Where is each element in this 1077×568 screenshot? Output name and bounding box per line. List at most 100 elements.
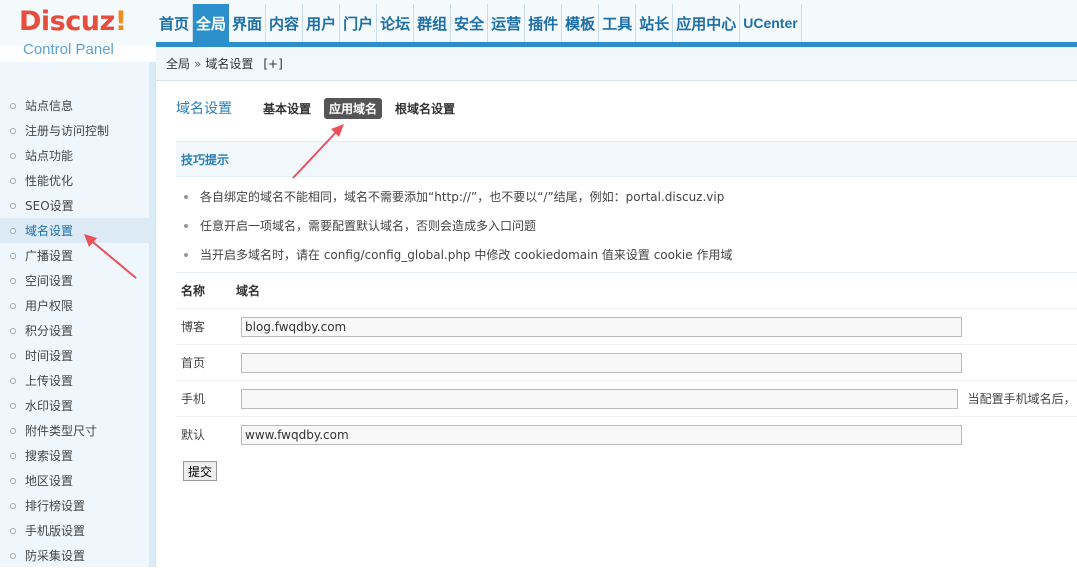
breadcrumb-root[interactable]: 全局 [166,55,190,72]
nav-item-14[interactable]: 应用中心 [673,4,741,42]
tip-text: 当开启多域名时，请在 config/config_global.php 中修改 … [200,248,733,262]
nav-item-4[interactable]: 用户 [303,4,341,42]
bullet-icon [10,152,16,159]
sidebar-item-2[interactable]: 站点功能 [0,143,150,168]
row-label: 手机 [181,392,206,406]
nav-item-9[interactable]: 运营 [488,4,526,42]
bullet-icon [10,427,16,434]
sidebar-item-10[interactable]: 时间设置 [0,343,150,368]
bullet-icon [10,377,16,384]
sidebar-item-label: 排行榜设置 [25,499,86,513]
logo-subtitle: Control Panel [23,41,114,58]
nav-item-6[interactable]: 论坛 [377,4,415,42]
nav-item-10[interactable]: 插件 [525,4,563,42]
nav-item-13[interactable]: 站长 [636,4,674,42]
sidebar-item-17[interactable]: 手机版设置 [0,518,150,543]
bullet-icon [10,177,16,184]
domain-input[interactable]: www.fwqdby.com [241,424,962,445]
nav-item-8[interactable]: 安全 [451,4,489,42]
sidebar-item-label: 用户权限 [25,299,74,313]
sidebar-item-7[interactable]: 空间设置 [0,268,150,293]
logo[interactable]: Discuz! Control Panel [0,0,150,62]
tab-2[interactable]: 根域名设置 [390,98,460,119]
domain-input[interactable] [241,352,962,373]
bullet-icon [10,277,16,284]
breadcrumb-current: 域名设置 [205,57,254,71]
add-shortcut-button[interactable]: [+] [263,57,282,71]
sidebar-item-label: 附件类型尺寸 [25,424,98,438]
nav-item-12[interactable]: 工具 [599,4,637,42]
sidebar-item-label: 域名设置 [25,224,74,238]
sidebar-item-label: 站点功能 [25,149,74,163]
logo-brand: Discuz! [19,6,127,37]
tab-0[interactable]: 基本设置 [258,98,316,119]
sidebar-item-8[interactable]: 用户权限 [0,293,150,318]
sidebar-item-5[interactable]: 域名设置 [0,218,150,243]
tab-bar: 域名设置 基本设置 应用域名 根域名设置 [176,97,468,119]
tip-item: 任意开启一项域名，需要配置默认域名，否则会造成多入口问题 [184,211,1077,240]
sidebar-item-18[interactable]: 防采集设置 [0,543,150,568]
submit-button[interactable]: 提交 [183,461,218,481]
bullet-icon [10,227,16,234]
sidebar-item-6[interactable]: 广播设置 [0,243,150,268]
table-header: 名称 域名 [176,272,1077,308]
sidebar-item-label: 上传设置 [25,374,74,388]
table-row: 博客 blog.fwqdby.com [176,308,1077,344]
sidebar-scrollbar[interactable] [149,62,155,567]
sidebar-item-label: 空间设置 [25,274,74,288]
sidebar-item-label: 防采集设置 [25,549,86,563]
sidebar-item-15[interactable]: 地区设置 [0,468,150,493]
sidebar-item-3[interactable]: 性能优化 [0,168,150,193]
bullet-icon [10,352,16,359]
sidebar-item-label: 广播设置 [25,249,74,263]
sidebar-item-label: 积分设置 [25,324,74,338]
bullet-icon [10,527,16,534]
row-label: 博客 [181,320,206,334]
domain-input[interactable]: blog.fwqdby.com [241,316,962,337]
domain-input[interactable] [240,388,958,409]
sidebar-item-label: 地区设置 [25,474,74,488]
page-title: 域名设置 [176,101,232,117]
nav-item-2[interactable]: 界面 [229,4,267,42]
bullet-icon [10,252,16,259]
bullet-icon [10,327,16,334]
sidebar-item-label: 性能优化 [25,174,74,188]
sidebar-item-0[interactable]: 站点信息 [0,93,150,118]
sidebar-item-4[interactable]: SEO设置 [0,193,150,218]
sidebar-item-label: 手机版设置 [25,524,86,538]
table-row: 默认 www.fwqdby.com [176,416,1077,452]
sidebar-item-13[interactable]: 附件类型尺寸 [0,418,150,443]
tip-text: 任意开启一项域名，需要配置默认域名，否则会造成多入口问题 [200,219,537,233]
table-row: 手机 当配置手机域名后， [176,380,1077,416]
nav-item-7[interactable]: 群组 [414,4,452,42]
sidebar-item-16[interactable]: 排行榜设置 [0,493,150,518]
bullet-icon [10,452,16,459]
sidebar-item-9[interactable]: 积分设置 [0,318,150,343]
bullet-icon [184,223,188,228]
bullet-icon [10,552,16,559]
nav-item-15[interactable]: UCenter [740,4,802,42]
row-label: 默认 [181,428,206,442]
nav-item-11[interactable]: 模板 [562,4,600,42]
tip-item: 各自绑定的域名不能相同，域名不需要添加“http://”，也不要以“/”结尾，例… [184,182,1077,211]
bullet-icon [10,477,16,484]
sidebar-item-label: 注册与访问控制 [25,124,110,138]
bullet-icon [10,102,16,109]
sidebar-item-1[interactable]: 注册与访问控制 [0,118,150,143]
tab-1[interactable]: 应用域名 [324,97,383,119]
breadcrumb-separator: » [194,56,202,71]
sidebar-item-14[interactable]: 搜索设置 [0,443,150,468]
sidebar-item-12[interactable]: 水印设置 [0,393,150,418]
bullet-icon [10,202,16,209]
nav-item-1[interactable]: 全局 [193,4,230,42]
nav-item-5[interactable]: 门户 [340,4,378,42]
main-content: 域名设置 基本设置 应用域名 根域名设置 技巧提示 各自绑定的域名不能相同，域名不需… [156,81,1077,567]
tips-header: 技巧提示 [176,141,1077,177]
header: Discuz! Control Panel 首页 全局 界面 内容 用户 门户 论坛 群组 安全… [0,0,1077,58]
sidebar: 站点信息注册与访问控制 站点功能性能优化 SEO设置域名设置广播设置空间设置用户权限… [0,62,156,567]
sidebar-item-label: 水印设置 [25,399,74,413]
nav-item-3[interactable]: 内容 [266,4,304,42]
nav-item-0[interactable]: 首页 [156,4,194,42]
sidebar-item-label: 搜索设置 [25,449,74,463]
sidebar-item-11[interactable]: 上传设置 [0,368,150,393]
